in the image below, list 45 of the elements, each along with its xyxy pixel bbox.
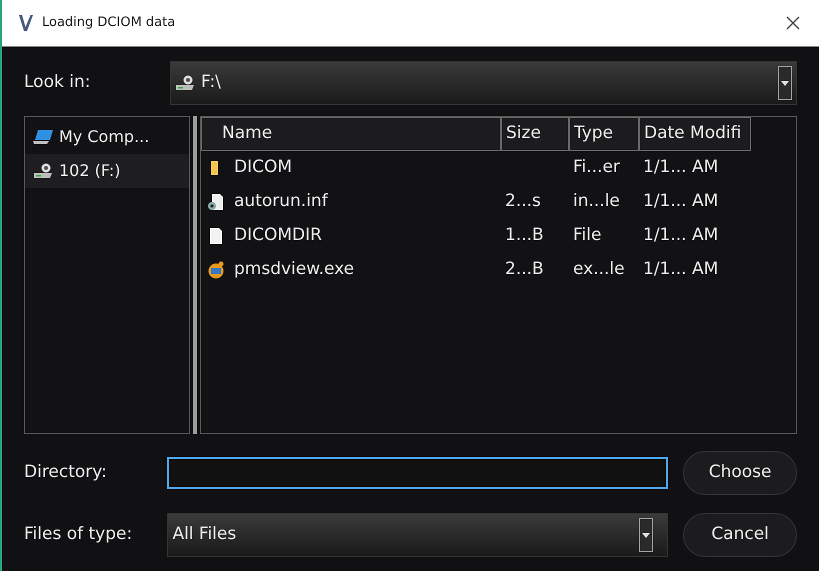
place-item[interactable]: My Comp... bbox=[25, 120, 189, 154]
computer-icon bbox=[33, 129, 55, 145]
settings-file-icon bbox=[207, 193, 225, 211]
dropdown-caret-button[interactable] bbox=[639, 518, 654, 552]
column-header[interactable]: Name bbox=[201, 117, 501, 151]
choose-button[interactable]: Choose bbox=[683, 451, 797, 495]
file-name[interactable]: DICOMDIR bbox=[234, 223, 322, 249]
directory-label: Directory: bbox=[24, 461, 108, 484]
column-header[interactable]: Date Modifi bbox=[639, 117, 751, 151]
directory-field[interactable] bbox=[167, 457, 668, 489]
table-cell-text: in...le bbox=[573, 190, 620, 214]
look-in-dropdown[interactable]: F:\ bbox=[170, 61, 797, 105]
dropdown-caret-button[interactable] bbox=[778, 66, 792, 100]
app-logo-icon bbox=[18, 14, 34, 32]
file-type-value: All Files bbox=[172, 523, 238, 546]
table-cell-text: 1/1... AM bbox=[643, 156, 718, 180]
table-cell-text: 2...s bbox=[505, 190, 541, 214]
place-label: My Comp... bbox=[59, 126, 150, 148]
caret-icon bbox=[642, 532, 650, 538]
column-header[interactable]: Size bbox=[501, 117, 569, 151]
file-name[interactable]: pmsdview.exe bbox=[234, 257, 354, 283]
table-cell-text: 1/1... AM bbox=[643, 190, 718, 214]
look-in-label: Look in: bbox=[24, 71, 92, 94]
window-title: Loading DCIOM data bbox=[42, 14, 176, 32]
file-name[interactable]: autorun.inf bbox=[234, 189, 328, 215]
file-icon bbox=[208, 227, 224, 245]
place-item[interactable]: 102 (F:) bbox=[25, 154, 189, 188]
file-type-dropdown[interactable]: All Files bbox=[167, 513, 668, 557]
look-in-value: F:\ bbox=[201, 71, 222, 94]
table-cell-text: 1/1... AM bbox=[643, 224, 718, 248]
drive-icon bbox=[33, 163, 55, 179]
place-label: 102 (F:) bbox=[59, 160, 120, 182]
table-cell-text: Fi...er bbox=[573, 156, 620, 180]
app-icon bbox=[206, 261, 226, 279]
file-type-label: Files of type: bbox=[24, 523, 134, 546]
table-cell-text: ex...le bbox=[573, 258, 625, 282]
drive-icon bbox=[175, 75, 197, 91]
table-cell-text: 2...B bbox=[505, 258, 544, 282]
table-cell-text: File bbox=[573, 224, 602, 248]
file-name[interactable]: DICOM bbox=[234, 155, 292, 181]
column-header[interactable]: Type bbox=[569, 117, 639, 151]
caret-icon bbox=[781, 80, 789, 86]
table-cell-text: 1...B bbox=[505, 224, 544, 248]
table-cell-text: 1/1... AM bbox=[643, 258, 718, 282]
cancel-button[interactable]: Cancel bbox=[683, 513, 797, 557]
